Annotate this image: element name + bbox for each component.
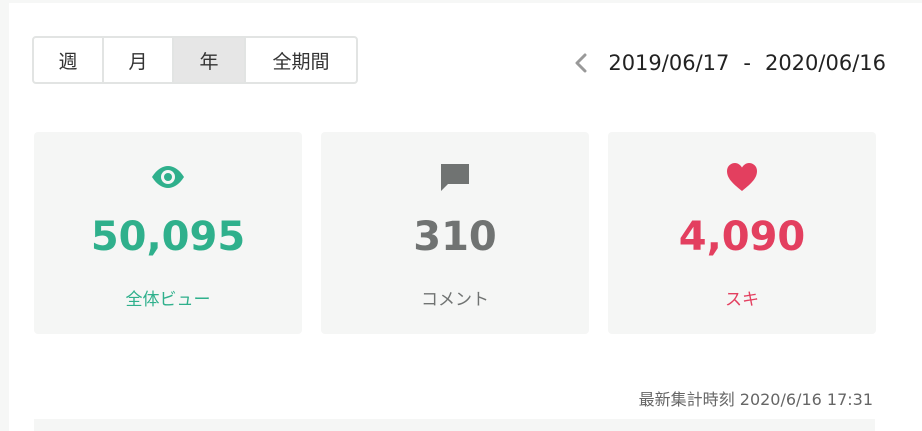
likes-label: スキ bbox=[725, 290, 759, 310]
comments-label: コメント bbox=[421, 290, 489, 310]
date-range-start: 2019/06/17 bbox=[608, 51, 730, 75]
likes-count: 4,090 bbox=[678, 214, 806, 260]
views-count: 50,095 bbox=[90, 214, 246, 260]
views-label: 全体ビュー bbox=[125, 290, 211, 310]
views-card: 50,095 全体ビュー bbox=[34, 132, 302, 334]
date-range-end: 2020/06/16 bbox=[764, 51, 886, 75]
comments-count: 310 bbox=[413, 214, 497, 260]
comments-card: 310 コメント bbox=[321, 132, 589, 334]
tab-month[interactable]: 月 bbox=[104, 38, 174, 82]
last-updated-label: 最新集計時刻 bbox=[638, 390, 735, 409]
chevron-left-icon[interactable] bbox=[568, 50, 594, 76]
date-range-separator: - bbox=[743, 51, 751, 75]
period-tabs: 週 月 年 全期間 bbox=[32, 36, 358, 84]
last-updated-time: 2020/6/16 17:31 bbox=[739, 390, 873, 409]
eye-icon bbox=[150, 159, 186, 195]
comment-icon bbox=[437, 159, 473, 195]
tab-year[interactable]: 年 bbox=[174, 38, 246, 82]
next-section bbox=[34, 419, 875, 431]
likes-card: 4,090 スキ bbox=[608, 132, 876, 334]
tab-all-time[interactable]: 全期間 bbox=[246, 38, 356, 82]
tab-week[interactable]: 週 bbox=[34, 38, 104, 82]
last-updated: 最新集計時刻 2020/6/16 17:31 bbox=[639, 386, 873, 410]
heart-icon bbox=[724, 159, 760, 195]
date-range: 2019/06/17 - 2020/06/16 bbox=[568, 48, 886, 78]
